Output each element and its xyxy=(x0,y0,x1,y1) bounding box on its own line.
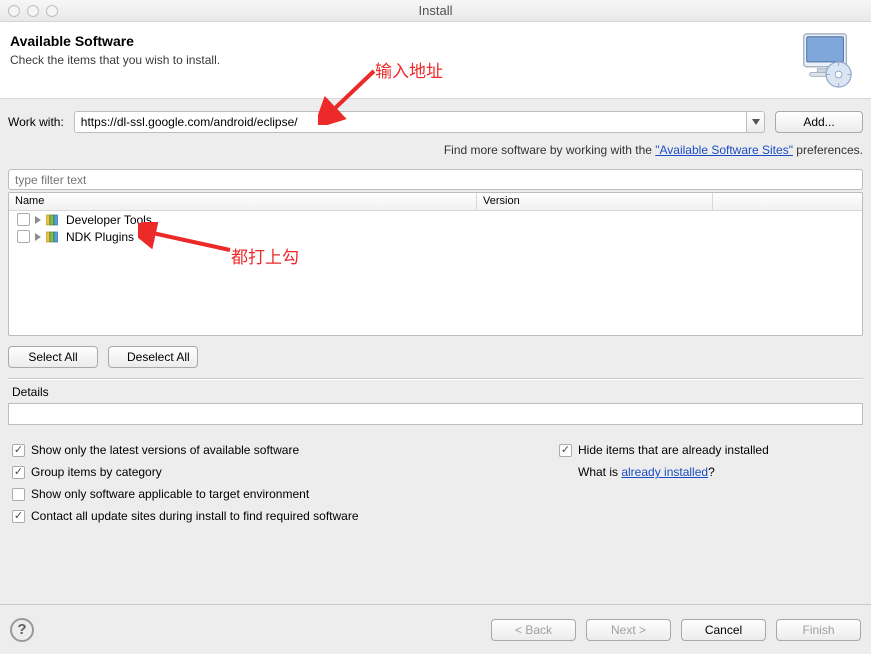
deselect-all-button[interactable]: Deselect All xyxy=(108,346,198,368)
window-title: Install xyxy=(0,3,871,18)
chevron-down-icon xyxy=(752,119,760,125)
feature-group-icon xyxy=(46,231,61,243)
option-label: Show only software applicable to target … xyxy=(31,487,309,501)
next-button[interactable]: Next > xyxy=(586,619,671,641)
filter-input[interactable] xyxy=(8,169,863,190)
table-header-rest xyxy=(713,193,862,210)
checkbox[interactable] xyxy=(12,510,25,523)
work-with-combo xyxy=(74,111,765,133)
find-more-text: Find more software by working with the "… xyxy=(0,133,871,167)
option-latest-versions[interactable]: Show only the latest versions of availab… xyxy=(12,443,559,457)
available-software-sites-link[interactable]: "Available Software Sites" xyxy=(655,143,793,157)
row-label: Developer Tools xyxy=(66,213,152,227)
work-with-label: Work with: xyxy=(8,115,64,129)
select-all-button[interactable]: Select All xyxy=(8,346,98,368)
page-subtitle: Check the items that you wish to install… xyxy=(10,53,855,67)
options-right-column: Hide items that are already installed Wh… xyxy=(559,443,859,523)
back-button[interactable]: < Back xyxy=(491,619,576,641)
expand-icon[interactable] xyxy=(35,216,41,224)
page-title: Available Software xyxy=(10,33,855,49)
nav-buttons: < Back Next > Cancel Finish xyxy=(491,619,861,641)
option-hide-installed[interactable]: Hide items that are already installed xyxy=(559,443,859,457)
find-more-prefix: Find more software by working with the xyxy=(444,143,655,157)
help-button[interactable]: ? xyxy=(10,618,34,642)
feature-group-icon xyxy=(46,214,61,226)
details-box xyxy=(8,403,863,425)
option-contact-update-sites[interactable]: Contact all update sites during install … xyxy=(12,509,559,523)
table-body: Developer Tools NDK Plugins xyxy=(9,211,862,335)
details-label: Details xyxy=(0,379,871,403)
whatis-prefix: What is xyxy=(578,465,621,479)
table-header: Name Version xyxy=(9,193,862,211)
checkbox[interactable] xyxy=(559,444,572,457)
work-with-row: Work with: Add... xyxy=(0,99,871,133)
whatis-suffix: ? xyxy=(708,465,715,479)
row-label: NDK Plugins xyxy=(66,230,134,244)
work-with-dropdown-button[interactable] xyxy=(747,111,765,133)
table-header-version[interactable]: Version xyxy=(477,193,713,210)
checkbox[interactable] xyxy=(12,488,25,501)
work-with-input[interactable] xyxy=(74,111,747,133)
titlebar: Install xyxy=(0,0,871,22)
checkbox[interactable] xyxy=(12,444,25,457)
finish-button[interactable]: Finish xyxy=(776,619,861,641)
options-section: Show only the latest versions of availab… xyxy=(0,425,871,523)
already-installed-link[interactable]: already installed xyxy=(621,465,708,479)
option-label: Contact all update sites during install … xyxy=(31,509,359,523)
row-checkbox[interactable] xyxy=(17,213,30,226)
select-buttons-row: Select All Deselect All xyxy=(0,336,871,378)
row-checkbox[interactable] xyxy=(17,230,30,243)
software-table: Name Version Developer Tools NDK Plugins xyxy=(8,192,863,336)
option-target-environment[interactable]: Show only software applicable to target … xyxy=(12,487,559,501)
option-group-by-category[interactable]: Group items by category xyxy=(12,465,559,479)
option-label: Group items by category xyxy=(31,465,162,479)
install-icon xyxy=(798,30,858,88)
dialog-header: Available Software Check the items that … xyxy=(0,22,871,99)
bottom-bar: ? < Back Next > Cancel Finish xyxy=(0,604,871,654)
option-label: Show only the latest versions of availab… xyxy=(31,443,299,457)
option-label: Hide items that are already installed xyxy=(578,443,769,457)
find-more-suffix: preferences. xyxy=(793,143,863,157)
table-row[interactable]: Developer Tools xyxy=(9,211,862,228)
add-button[interactable]: Add... xyxy=(775,111,863,133)
options-left-column: Show only the latest versions of availab… xyxy=(12,443,559,523)
checkbox[interactable] xyxy=(12,466,25,479)
table-row[interactable]: NDK Plugins xyxy=(9,228,862,245)
cancel-button[interactable]: Cancel xyxy=(681,619,766,641)
what-is-text: What is already installed? xyxy=(559,465,859,479)
expand-icon[interactable] xyxy=(35,233,41,241)
table-header-name[interactable]: Name xyxy=(9,193,477,210)
